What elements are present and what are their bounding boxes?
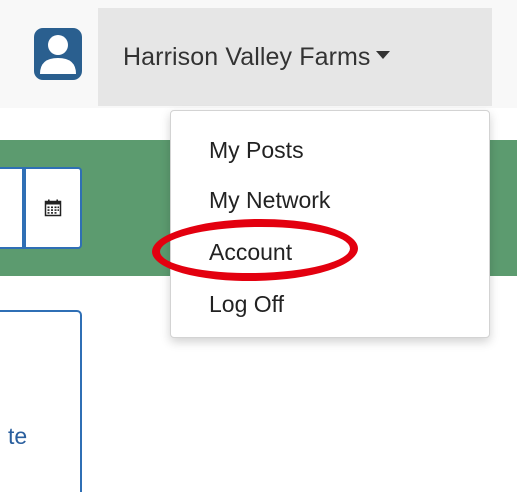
- calendar-button[interactable]: [24, 167, 82, 249]
- date-input[interactable]: [0, 167, 24, 249]
- user-name-label: Harrison Valley Farms: [123, 42, 371, 71]
- panel-partial-text[interactable]: te: [8, 423, 27, 450]
- menu-item-log-off[interactable]: Log Off: [209, 291, 284, 318]
- calendar-icon: [44, 199, 62, 217]
- menu-item-my-posts[interactable]: My Posts: [209, 137, 304, 164]
- top-navigation-bar: Harrison Valley Farms: [0, 0, 517, 108]
- user-avatar-icon[interactable]: [34, 28, 82, 80]
- caret-down-icon: [375, 51, 390, 59]
- menu-item-my-network[interactable]: My Network: [209, 187, 330, 214]
- user-menu-toggle[interactable]: Harrison Valley Farms: [98, 8, 492, 106]
- content-panel: [0, 310, 82, 492]
